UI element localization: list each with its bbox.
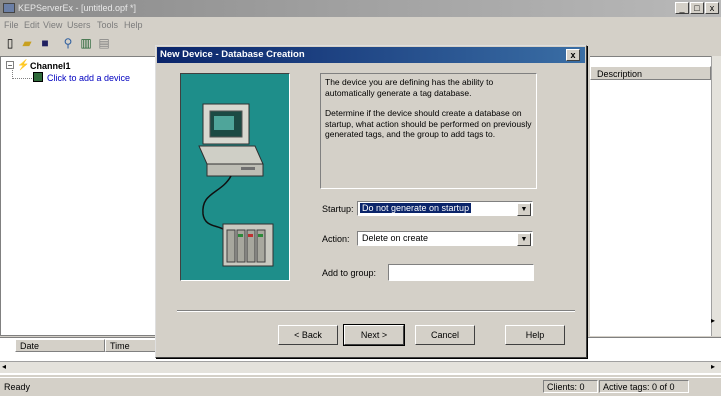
startup-label: Startup: <box>322 204 354 214</box>
menu-bar: File Edit View Users Tools Help <box>0 17 721 33</box>
computer-plc-illustration <box>198 103 274 267</box>
tree-collapse-toggle[interactable]: − <box>6 61 14 70</box>
window-titlebar: KEPServerEx - [untitled.opf *] _ □ x <box>0 0 721 17</box>
help-button[interactable]: Help <box>505 325 565 345</box>
action-select-value: Delete on create <box>362 233 429 243</box>
back-button[interactable]: < Back <box>278 325 338 345</box>
scroll-right-arrow-icon[interactable]: ▸ <box>711 316 715 325</box>
next-button[interactable]: Next > <box>343 324 405 346</box>
app-icon <box>3 3 15 13</box>
horizontal-scrollbar[interactable] <box>0 361 721 373</box>
menu-view[interactable]: View <box>43 20 62 30</box>
menu-tools[interactable]: Tools <box>97 20 118 30</box>
description-paragraph-1: The device you are defining has the abil… <box>325 77 494 98</box>
window-title: KEPServerEx - [untitled.opf *] <box>18 3 137 13</box>
menu-help[interactable]: Help <box>124 20 143 30</box>
tree-pane <box>0 56 160 336</box>
dialog-description: The device you are defining has the abil… <box>320 73 537 189</box>
menu-users[interactable]: Users <box>67 20 91 30</box>
add-to-group-input[interactable] <box>388 264 534 281</box>
add-to-group-label: Add to group: <box>322 268 377 278</box>
chevron-down-icon[interactable]: ▼ <box>517 203 531 216</box>
save-icon[interactable]: ■ <box>37 36 53 51</box>
scroll-right-arrow-icon-bottom[interactable]: ▸ <box>711 362 715 371</box>
tree-add-device-link[interactable]: Click to add a device <box>47 73 130 83</box>
status-active-tags: Active tags: 0 of 0 <box>599 380 689 393</box>
tree-connector <box>12 70 32 79</box>
scroll-left-arrow-icon[interactable]: ◂ <box>2 362 6 371</box>
toolbar: ▯ ▰ ■ ⚲ ▥ ▤ <box>0 33 160 55</box>
status-ready: Ready <box>4 382 31 392</box>
log-column-time[interactable]: Time <box>105 339 160 352</box>
status-clients: Clients: 0 <box>543 380 598 393</box>
dialog-close-button[interactable]: x <box>566 49 580 61</box>
dialog-separator <box>177 310 575 312</box>
minimize-button[interactable]: _ <box>675 2 689 14</box>
new-group-icon[interactable]: ▤ <box>96 36 112 51</box>
chevron-down-icon[interactable]: ▼ <box>517 233 531 246</box>
startup-select-value: Do not generate on startup <box>360 203 472 213</box>
menu-file[interactable]: File <box>4 20 19 30</box>
new-channel-icon[interactable]: ⚲ <box>60 36 76 51</box>
wizard-illustration <box>180 73 290 281</box>
vertical-scrollbar[interactable] <box>711 56 721 336</box>
description-paragraph-2: Determine if the device should create a … <box>325 108 532 139</box>
description-column-header[interactable]: Description <box>590 66 711 80</box>
log-column-date[interactable]: Date <box>15 339 105 352</box>
detail-pane <box>590 56 711 336</box>
maximize-button[interactable]: □ <box>690 2 704 14</box>
device-icon <box>33 72 43 82</box>
open-folder-icon[interactable]: ▰ <box>19 36 35 51</box>
action-select[interactable]: Delete on create ▼ <box>357 231 533 246</box>
close-button[interactable]: x <box>705 2 719 14</box>
menu-edit[interactable]: Edit <box>24 20 40 30</box>
dialog-title: New Device - Database Creation <box>157 47 585 63</box>
cancel-button[interactable]: Cancel <box>415 325 475 345</box>
new-file-icon[interactable]: ▯ <box>2 36 18 51</box>
tree-channel-label[interactable]: Channel1 <box>30 61 71 71</box>
action-label: Action: <box>322 234 350 244</box>
new-device-icon[interactable]: ▥ <box>78 36 94 51</box>
startup-select[interactable]: Do not generate on startup ▼ <box>357 201 533 216</box>
